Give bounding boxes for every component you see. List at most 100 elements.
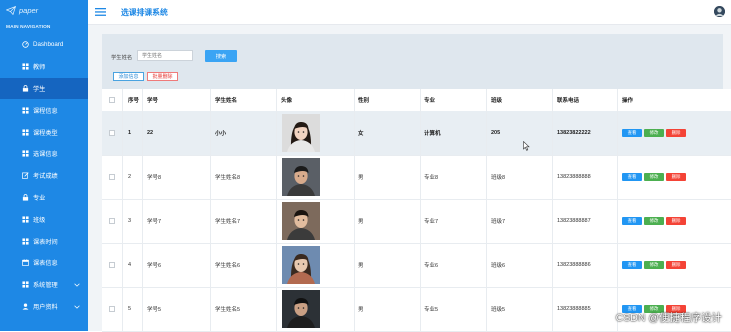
calendar-icon	[22, 259, 29, 267]
delete-button[interactable]: 删除	[666, 261, 686, 269]
column-divider	[552, 89, 553, 331]
cell-major: 专业8	[424, 175, 439, 181]
cell-actions: 查看 修改 删除	[622, 243, 688, 287]
sidebar-item-10[interactable]: 课表信息	[0, 252, 88, 274]
student-photo	[282, 246, 320, 284]
cell-avatar	[282, 155, 320, 199]
sidebar-item-9[interactable]: 课表时间	[0, 230, 88, 252]
column-divider	[142, 89, 143, 331]
paper-plane-icon	[6, 5, 16, 15]
edit-button[interactable]: 修改	[644, 261, 664, 269]
cell-no: 5	[128, 306, 132, 312]
cell-no: 1	[128, 130, 132, 136]
sidebar-item-3[interactable]: 课程信息	[0, 99, 88, 121]
row-checkbox[interactable]	[109, 218, 115, 224]
student-photo	[282, 158, 320, 196]
column-divider	[210, 89, 211, 331]
column-divider	[354, 89, 355, 331]
row-select-cell[interactable]	[109, 287, 115, 331]
edit-icon	[22, 172, 29, 179]
sidebar-item-5[interactable]: 选课信息	[0, 143, 88, 165]
column-divider	[486, 89, 487, 331]
sidebar-item-6[interactable]: 考试成绩	[0, 165, 88, 187]
avatar-icon	[714, 6, 725, 17]
edit-button[interactable]: 修改	[644, 129, 664, 137]
header-sid: 学号	[147, 98, 159, 104]
cell-avatar	[282, 199, 320, 243]
student-table: 序号 学号 学生姓名 头像 性别 专业 班级 联系电话 操作 1 22 小小 女 计算机…	[102, 89, 731, 332]
sidebar-item-7[interactable]: 专业	[0, 187, 88, 209]
sidebar-item-4[interactable]: 课程类型	[0, 121, 88, 143]
cell-class: 班级6	[491, 263, 506, 269]
sidebar-item-label: 教师	[33, 64, 46, 72]
row-checkbox[interactable]	[109, 306, 115, 312]
view-button[interactable]: 查看	[622, 129, 642, 137]
lock-icon	[22, 85, 29, 92]
cell-major: 计算机	[424, 131, 441, 137]
table-row[interactable]: 3 学号7 学生姓名7 男 专业7 班级7 13823888887 查看 修改 删除	[102, 199, 731, 244]
row-checkbox[interactable]	[109, 130, 115, 136]
edit-button[interactable]: 修改	[644, 173, 664, 181]
menu-toggle-icon[interactable]	[95, 8, 106, 16]
cell-phone: 13823822222	[557, 130, 591, 136]
student-photo	[282, 114, 320, 152]
sidebar-item-label: 课表信息	[33, 260, 58, 268]
view-button[interactable]: 查看	[622, 217, 642, 225]
mouse-cursor-icon	[523, 141, 530, 151]
column-divider	[122, 89, 123, 331]
table-row[interactable]: 4 学号6 学生姓名6 男 专业6 班级6 13823888886 查看 修改 删除	[102, 243, 731, 288]
user-avatar[interactable]	[714, 6, 725, 17]
sidebar-item-label: 班级	[33, 216, 46, 224]
student-photo	[282, 290, 320, 328]
header-phone: 联系电话	[557, 98, 580, 104]
delete-button[interactable]: 删除	[666, 129, 686, 137]
sidebar-item-label: Dashboard	[33, 41, 64, 49]
cell-phone: 13823888885	[557, 306, 591, 312]
row-select-cell[interactable]	[109, 111, 115, 155]
table-row[interactable]: 2 学号8 学生姓名8 男 专业8 班级8 13823888888 查看 修改 删除	[102, 155, 731, 200]
row-checkbox[interactable]	[109, 262, 115, 268]
sidebar: paper MAIN NAVIGATION Dashboard 教师 学生 课程信息课…	[0, 0, 100, 331]
cell-no: 3	[128, 218, 132, 224]
header-gender: 性别	[358, 98, 370, 104]
header-actions: 操作	[622, 98, 634, 104]
column-divider	[420, 89, 421, 331]
table-row[interactable]: 1 22 小小 女 计算机 205 13823822222 查看 修改 删除	[102, 111, 731, 156]
search-button[interactable]: 搜索	[205, 50, 237, 62]
delete-button[interactable]: 删除	[666, 173, 686, 181]
cell-sid: 学号5	[147, 307, 162, 313]
cell-gender: 男	[358, 307, 364, 313]
sidebar-item-2[interactable]: 学生	[0, 77, 100, 100]
sidebar-item-label: 选课信息	[33, 151, 58, 159]
batch-delete-button[interactable]: 批量删除	[147, 72, 178, 81]
sidebar-item-12[interactable]: 用户资料	[0, 296, 88, 318]
logo[interactable]: paper	[0, 0, 88, 20]
gauge-icon	[22, 41, 29, 49]
view-button[interactable]: 查看	[622, 173, 642, 181]
row-select-cell[interactable]	[109, 243, 115, 287]
cell-sid: 22	[147, 130, 154, 136]
cell-gender: 男	[358, 263, 364, 269]
sidebar-item-label: 课表时间	[33, 238, 58, 246]
cell-name: 小小	[215, 131, 227, 137]
sidebar-item-11[interactable]: 系统管理	[0, 274, 88, 296]
cell-avatar	[282, 111, 320, 155]
edit-button[interactable]: 修改	[644, 217, 664, 225]
grid-icon	[22, 107, 29, 114]
sidebar-item-1[interactable]: 教师	[0, 56, 88, 78]
chevron-down-icon	[74, 282, 80, 289]
sidebar-item-8[interactable]: 班级	[0, 208, 88, 230]
top-bar: 选课排课系统	[88, 0, 731, 25]
search-input[interactable]	[137, 50, 193, 61]
row-checkbox[interactable]	[109, 174, 115, 180]
delete-button[interactable]: 删除	[666, 217, 686, 225]
select-all-cell[interactable]	[109, 89, 115, 111]
select-all-checkbox[interactable]	[109, 97, 115, 103]
row-select-cell[interactable]	[109, 155, 115, 199]
grid-icon	[22, 150, 29, 157]
add-button[interactable]: 添加信息	[113, 72, 144, 81]
view-button[interactable]: 查看	[622, 261, 642, 269]
logo-text: paper	[19, 5, 39, 15]
row-select-cell[interactable]	[109, 199, 115, 243]
sidebar-item-0[interactable]: Dashboard	[0, 34, 88, 56]
